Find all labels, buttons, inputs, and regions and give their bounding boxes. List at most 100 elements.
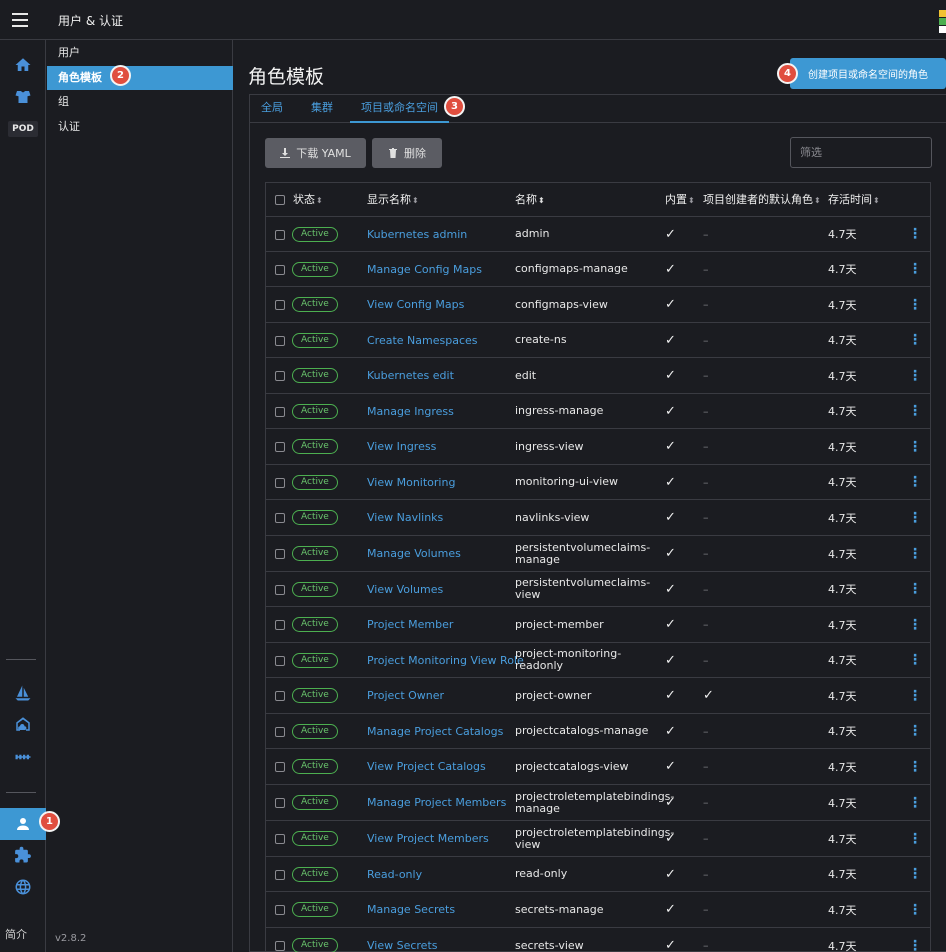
display-name-link[interactable]: Project Monitoring View Role — [367, 654, 524, 667]
pod-badge[interactable]: POD — [0, 115, 46, 143]
table-row[interactable]: Active Manage Volumes persistentvolumeclai… — [266, 536, 930, 572]
tab-project-namespace[interactable]: 项目或命名空间 — [350, 95, 449, 123]
row-checkbox[interactable] — [275, 513, 285, 523]
table-row[interactable]: Active View Project Catalogs projectcatalo… — [266, 749, 930, 785]
puzzle-icon[interactable] — [0, 841, 46, 869]
row-actions-menu-icon[interactable]: ⋮ — [908, 217, 922, 251]
row-checkbox[interactable] — [275, 229, 285, 240]
table-row[interactable]: Active Create Namespaces create-ns ✓ – 4.7天 ⋮ — [266, 323, 930, 358]
home-icon[interactable] — [0, 51, 46, 79]
row-actions-menu-icon[interactable]: ⋮ — [908, 429, 922, 464]
delete-button[interactable]: 删除 — [372, 138, 442, 168]
table-row[interactable]: Active Read-only read-only ✓ – 4.7天 ⋮ — [266, 857, 930, 892]
display-name-link[interactable]: View Navlinks — [367, 511, 443, 524]
display-name-link[interactable]: Manage Secrets — [367, 903, 455, 916]
table-row[interactable]: Active Manage Project Members projectrolet… — [266, 785, 930, 821]
row-actions-menu-icon[interactable]: ⋮ — [908, 892, 922, 927]
row-actions-menu-icon[interactable]: ⋮ — [908, 785, 922, 820]
table-row[interactable]: Active Manage Project Catalogs projectcata… — [266, 714, 930, 749]
row-actions-menu-icon[interactable]: ⋮ — [908, 465, 922, 499]
table-row[interactable]: Active Project Member project-member ✓ – 4.7天… — [266, 607, 930, 643]
row-actions-menu-icon[interactable]: ⋮ — [908, 252, 922, 286]
row-actions-menu-icon[interactable]: ⋮ — [908, 928, 922, 952]
row-actions-menu-icon[interactable]: ⋮ — [908, 678, 922, 713]
row-checkbox[interactable] — [275, 691, 285, 701]
row-checkbox[interactable] — [275, 620, 285, 630]
subnav-item-users[interactable]: 用户 — [47, 41, 233, 65]
download-yaml-button[interactable]: 下载 YAML — [265, 138, 366, 168]
row-checkbox[interactable] — [275, 300, 285, 310]
row-actions-menu-icon[interactable]: ⋮ — [908, 607, 922, 642]
column-header-default-role[interactable]: 项目创建者的默认角色⬍ — [703, 183, 821, 217]
create-role-button[interactable]: 创建项目或命名空间的角色 — [790, 58, 946, 89]
display-name-link[interactable]: Manage Volumes — [367, 547, 461, 560]
table-row[interactable]: Active View Config Maps configmaps-view ✓ – 4… — [266, 287, 930, 323]
column-header-age[interactable]: 存活时间⬍ — [828, 183, 880, 217]
table-row[interactable]: Active View Ingress ingress-view ✓ – 4.7天 ⋮ — [266, 429, 930, 465]
subnav-item-role-templates[interactable]: 角色模板 — [47, 66, 233, 90]
hamburger-menu-icon[interactable] — [12, 13, 28, 27]
row-checkbox[interactable] — [275, 655, 285, 666]
row-actions-menu-icon[interactable]: ⋮ — [908, 749, 922, 784]
column-header-builtin[interactable]: 内置⬍ — [665, 183, 695, 217]
row-checkbox[interactable] — [275, 406, 285, 417]
display-name-link[interactable]: Manage Ingress — [367, 405, 454, 418]
row-checkbox[interactable] — [275, 335, 285, 346]
table-row[interactable]: Active Kubernetes edit edit ✓ – 4.7天 ⋮ — [266, 358, 930, 394]
display-name-link[interactable]: Manage Project Members — [367, 796, 506, 809]
table-row[interactable]: Active View Secrets secrets-view ✓ – 4.7天 ⋮ — [266, 928, 930, 952]
row-actions-menu-icon[interactable]: ⋮ — [908, 572, 922, 606]
table-row[interactable]: Active Manage Secrets secrets-manage ✓ – 4.7天… — [266, 892, 930, 928]
table-row[interactable]: Active Manage Config Maps configmaps-manag… — [266, 252, 930, 287]
subnav-item-auth[interactable]: 认证 — [47, 115, 233, 139]
subnav-item-groups[interactable]: 组 — [47, 90, 233, 114]
shirt-icon[interactable] — [0, 83, 46, 111]
table-row[interactable]: Active View Project Members projectroletem… — [266, 821, 930, 857]
row-actions-menu-icon[interactable]: ⋮ — [908, 287, 922, 322]
display-name-link[interactable]: View Project Catalogs — [367, 760, 486, 773]
table-row[interactable]: Active View Monitoring monitoring-ui-view ✓… — [266, 465, 930, 500]
row-actions-menu-icon[interactable]: ⋮ — [908, 857, 922, 891]
display-name-link[interactable]: Kubernetes admin — [367, 228, 467, 241]
row-checkbox[interactable] — [275, 762, 285, 772]
table-row[interactable]: Active Manage Ingress ingress-manage ✓ – 4.7天… — [266, 394, 930, 429]
display-name-link[interactable]: Manage Config Maps — [367, 263, 482, 276]
row-checkbox[interactable] — [275, 264, 285, 275]
row-actions-menu-icon[interactable]: ⋮ — [908, 643, 922, 677]
row-checkbox[interactable] — [275, 905, 285, 915]
row-actions-menu-icon[interactable]: ⋮ — [908, 394, 922, 428]
tab-cluster[interactable]: 集群 — [300, 95, 344, 123]
sailboat-icon[interactable] — [0, 679, 46, 707]
display-name-link[interactable]: Manage Project Catalogs — [367, 725, 503, 738]
table-row[interactable]: Active View Volumes persistentvolumeclaims… — [266, 572, 930, 607]
row-actions-menu-icon[interactable]: ⋮ — [908, 714, 922, 748]
house-cloud-icon[interactable] — [0, 710, 46, 738]
display-name-link[interactable]: Kubernetes edit — [367, 369, 454, 382]
row-checkbox[interactable] — [275, 834, 285, 844]
column-header-name[interactable]: 名称⬍ — [515, 183, 545, 217]
select-all-checkbox[interactable] — [275, 195, 285, 205]
tab-global[interactable]: 全局 — [250, 95, 294, 123]
display-name-link[interactable]: Project Owner — [367, 689, 444, 702]
row-checkbox[interactable] — [275, 371, 285, 381]
row-checkbox[interactable] — [275, 869, 285, 880]
row-checkbox[interactable] — [275, 549, 285, 559]
row-checkbox[interactable] — [275, 584, 285, 595]
display-name-link[interactable]: Create Namespaces — [367, 334, 478, 347]
display-name-link[interactable]: Read-only — [367, 868, 422, 881]
display-name-link[interactable]: View Config Maps — [367, 298, 464, 311]
display-name-link[interactable]: View Volumes — [367, 583, 443, 596]
table-row[interactable]: Active View Navlinks navlinks-view ✓ – 4.7天 ⋮ — [266, 500, 930, 536]
display-name-link[interactable]: View Project Members — [367, 832, 489, 845]
column-header-display-name[interactable]: 显示名称⬍ — [367, 183, 419, 217]
row-checkbox[interactable] — [275, 726, 285, 737]
display-name-link[interactable]: View Monitoring — [367, 476, 455, 489]
row-checkbox[interactable] — [275, 477, 285, 488]
row-checkbox[interactable] — [275, 798, 285, 808]
display-name-link[interactable]: View Ingress — [367, 440, 436, 453]
row-actions-menu-icon[interactable]: ⋮ — [908, 536, 922, 571]
display-name-link[interactable]: View Secrets — [367, 939, 438, 952]
row-checkbox[interactable] — [275, 941, 285, 951]
about-link[interactable]: 简介 — [5, 926, 27, 942]
globe-icon[interactable] — [0, 873, 46, 901]
